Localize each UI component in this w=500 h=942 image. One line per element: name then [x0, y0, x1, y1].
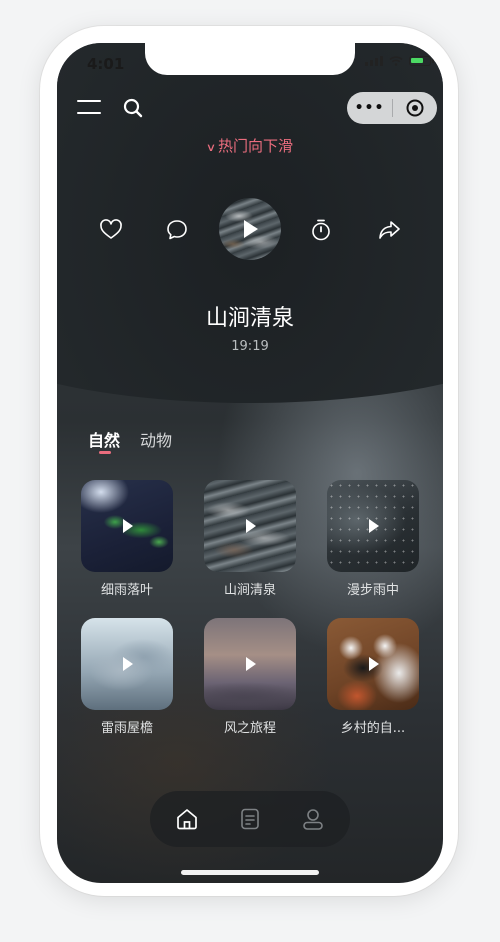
sound-card[interactable]: 漫步雨中	[327, 480, 419, 598]
sound-thumbnail[interactable]	[81, 480, 173, 572]
tab-animals[interactable]: 动物	[140, 427, 172, 451]
sound-card-label: 雷雨屋檐	[100, 721, 153, 736]
bottom-tab-bar	[150, 791, 350, 847]
device-notch	[145, 43, 355, 75]
mini-program-capsule: •••	[347, 92, 437, 124]
sound-card[interactable]: 细雨落叶	[81, 480, 173, 598]
sound-card-label: 风之旅程	[223, 721, 276, 736]
signal-icon	[365, 56, 383, 66]
sound-card[interactable]: 山涧清泉	[204, 480, 296, 598]
sound-card-label: 山涧清泉	[223, 583, 276, 598]
action-row	[57, 198, 443, 262]
sound-thumbnail[interactable]	[327, 480, 419, 572]
hot-swipe-tip[interactable]: ∨ 热门向下滑	[57, 135, 443, 156]
wifi-icon	[389, 56, 403, 66]
share-icon[interactable]	[377, 218, 401, 242]
user-icon[interactable]	[301, 807, 325, 831]
tab-label: 动物	[140, 431, 173, 450]
tab-label: 自然	[88, 431, 121, 450]
battery-icon	[409, 56, 434, 66]
heart-icon[interactable]	[99, 218, 123, 242]
sound-card[interactable]: 乡村的自...	[327, 618, 419, 736]
menu-icon[interactable]	[77, 99, 101, 115]
category-tabs: 自然 动物	[88, 427, 172, 454]
active-tab-indicator	[99, 451, 111, 454]
sound-thumbnail[interactable]	[204, 618, 296, 710]
now-playing-title: 山涧清泉	[205, 306, 294, 331]
play-icon	[246, 657, 256, 671]
document-icon[interactable]	[238, 807, 262, 831]
hot-tip-label: 热门向下滑	[218, 137, 294, 155]
home-indicator	[181, 870, 319, 875]
sound-thumbnail[interactable]	[81, 618, 173, 710]
sound-thumbnail[interactable]	[327, 618, 419, 710]
play-icon	[246, 519, 256, 533]
play-icon	[123, 657, 133, 671]
play-icon	[369, 519, 379, 533]
status-icons	[365, 56, 434, 66]
now-playing-duration: 19:19	[231, 339, 269, 354]
sound-thumbnail[interactable]	[204, 480, 296, 572]
sound-card-label: 乡村的自...	[340, 721, 406, 736]
play-icon[interactable]	[244, 220, 258, 238]
close-mini-program-button[interactable]	[393, 99, 437, 117]
search-icon[interactable]	[123, 98, 143, 118]
status-time: 4:01	[87, 55, 125, 73]
tab-nature[interactable]: 自然	[88, 427, 121, 454]
now-playing-disc[interactable]	[219, 198, 281, 260]
play-icon	[369, 657, 379, 671]
comment-icon[interactable]	[165, 218, 189, 242]
sound-card-label: 细雨落叶	[100, 583, 153, 598]
play-icon	[123, 519, 133, 533]
target-icon	[406, 99, 424, 117]
app-screen: 4:01 ••• ∨ 热门向下滑 山涧清泉 19:19 自然 动物 细雨落叶 山…	[57, 43, 443, 883]
sound-card-label: 漫步雨中	[346, 583, 399, 598]
more-options-button[interactable]: •••	[347, 100, 392, 116]
chevron-down-icon: ∨	[205, 141, 217, 154]
home-icon[interactable]	[175, 807, 199, 831]
sound-card[interactable]: 风之旅程	[204, 618, 296, 736]
timer-icon[interactable]	[309, 218, 333, 242]
sound-card[interactable]: 雷雨屋檐	[81, 618, 173, 736]
